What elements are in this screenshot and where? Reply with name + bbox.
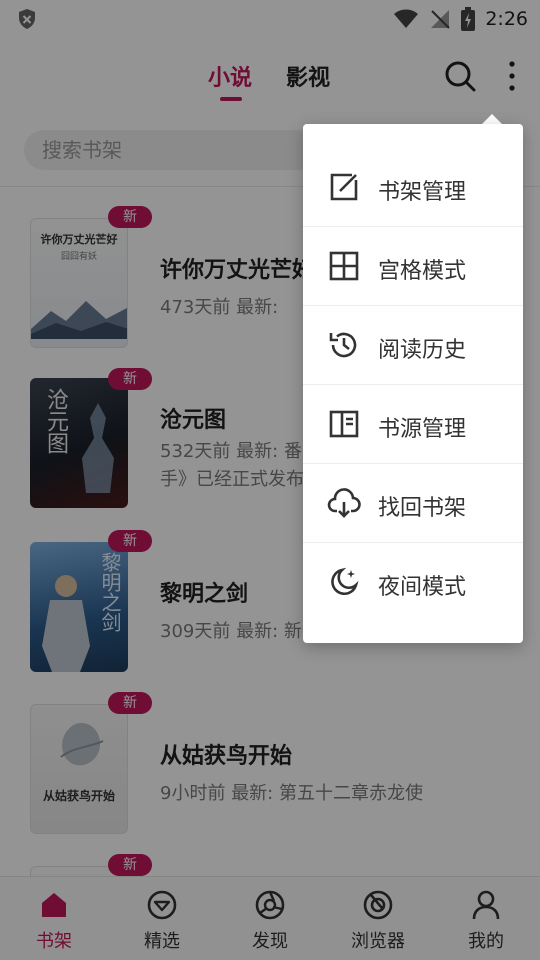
menu-label: 书源管理 — [378, 417, 467, 442]
history-icon — [329, 332, 357, 358]
menu-item-bookshelf-manage[interactable]: 书架管理 — [303, 148, 523, 227]
menu-item-reading-history[interactable]: 阅读历史 — [303, 306, 523, 385]
menu-label: 阅读历史 — [378, 338, 467, 363]
menu-item-restore-bookshelf[interactable]: 找回书架 — [303, 464, 523, 543]
cloud-download-icon — [327, 488, 361, 518]
menu-item-grid-mode[interactable]: 宫格模式 — [303, 227, 523, 306]
options-menu: 书架管理 宫格模式 阅读历史 书源管理 找回书架 夜间模式 — [303, 124, 523, 643]
menu-label: 宫格模式 — [378, 259, 467, 284]
menu-label: 书架管理 — [378, 180, 467, 205]
menu-label: 找回书架 — [378, 496, 467, 521]
edit-icon — [330, 173, 358, 201]
menu-item-book-source[interactable]: 书源管理 — [303, 385, 523, 464]
grid-icon — [329, 251, 359, 281]
menu-label: 夜间模式 — [378, 575, 467, 600]
book-source-icon — [329, 410, 359, 438]
menu-item-night-mode[interactable]: 夜间模式 — [303, 543, 523, 622]
moon-icon — [331, 567, 359, 595]
